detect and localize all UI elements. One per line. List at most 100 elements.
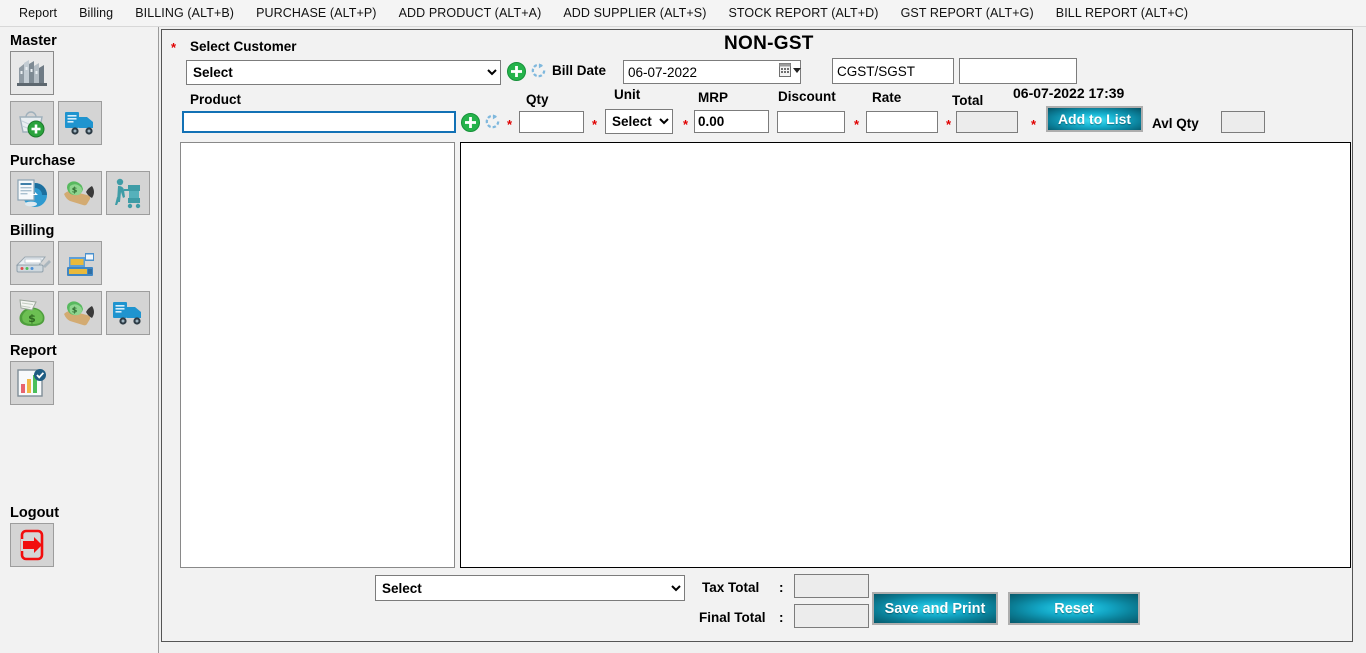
- discount-input[interactable]: [777, 111, 845, 133]
- sidebar-item-logout[interactable]: [10, 523, 54, 567]
- final-total-input: [794, 604, 869, 628]
- sidebar-row-master-1: [10, 51, 158, 95]
- qty-input[interactable]: [519, 111, 584, 133]
- menu-report[interactable]: Report: [8, 2, 68, 24]
- sidebar-item-supplier[interactable]: [58, 101, 102, 145]
- delivery-truck-icon: [110, 298, 146, 328]
- tax-total-separator: :: [779, 580, 784, 595]
- sidebar-heading-logout: Logout: [10, 505, 60, 521]
- sidebar: Master Purchase $ Billing $ $ Report Log…: [0, 27, 159, 653]
- bill-items-grid[interactable]: [460, 142, 1351, 568]
- save-and-print-button[interactable]: Save and Print: [872, 592, 998, 625]
- page-title: NON-GST: [724, 33, 814, 54]
- tax-total-label: Tax Total: [702, 580, 760, 595]
- bill-date-label: Bill Date: [552, 63, 607, 78]
- billing-form-panel: NON-GST * Select Customer Select Bill Da…: [161, 29, 1353, 642]
- sidebar-item-purchase-order[interactable]: [10, 171, 54, 215]
- sidebar-row-billing-1: [10, 241, 158, 285]
- qty-required-marker: *: [507, 117, 513, 132]
- tax-total-input: [794, 574, 869, 598]
- tax-extra-input[interactable]: [959, 58, 1077, 84]
- menu-bill-report-alt-c[interactable]: BILL REPORT (ALT+C): [1045, 2, 1199, 24]
- sidebar-row-master-2: [10, 101, 158, 145]
- refresh-product-button[interactable]: [483, 112, 502, 136]
- unit-select[interactable]: Select: [605, 109, 673, 134]
- refresh-icon: [531, 63, 546, 78]
- sidebar-item-purchase-payment[interactable]: $: [58, 171, 102, 215]
- bill-date-input[interactable]: [623, 60, 801, 84]
- total-input: [956, 111, 1018, 133]
- sidebar-heading-billing: Billing: [10, 223, 55, 239]
- customer-select[interactable]: Select: [186, 60, 501, 85]
- sidebar-item-cash-register[interactable]: [58, 241, 102, 285]
- menu-gst-report-alt-g[interactable]: GST REPORT (ALT+G): [890, 2, 1045, 24]
- reset-button[interactable]: Reset: [1008, 592, 1140, 625]
- datetime-stamp: 06-07-2022 17:39: [1013, 85, 1125, 101]
- select-customer-label: Select Customer: [190, 39, 297, 54]
- rate-required-marker: *: [854, 117, 860, 132]
- purchase-order-icon: [14, 177, 50, 209]
- avl-qty-label: Avl Qty: [1152, 116, 1199, 131]
- product-input[interactable]: [182, 111, 456, 133]
- purchase-payment-icon: $: [62, 178, 98, 208]
- rate-input[interactable]: [866, 111, 938, 133]
- company-building-icon: [15, 58, 49, 88]
- plus-circle-icon: [461, 113, 480, 132]
- menu-add-supplier-alt-s[interactable]: ADD SUPPLIER (ALT+S): [552, 2, 717, 24]
- add-customer-button[interactable]: [507, 62, 526, 86]
- total-required-marker: *: [946, 117, 952, 132]
- sales-money-bag-icon: $: [14, 298, 50, 328]
- final-total-separator: :: [779, 610, 784, 625]
- sidebar-row-purchase: $: [10, 171, 158, 215]
- final-total-label: Final Total: [699, 610, 766, 625]
- svg-text:$: $: [72, 306, 78, 315]
- plus-circle-icon: [507, 62, 526, 81]
- logout-door-arrow-icon: [15, 528, 49, 562]
- sidebar-row-logout: [10, 523, 158, 567]
- menu-billing[interactable]: Billing: [68, 2, 124, 24]
- unit-required-marker: *: [592, 117, 598, 132]
- menu-purchase-alt-p[interactable]: PURCHASE (ALT+P): [245, 2, 388, 24]
- sidebar-heading-report: Report: [10, 343, 57, 359]
- menu-billing-alt-b[interactable]: BILLING (ALT+B): [124, 2, 245, 24]
- add-product-button[interactable]: [461, 113, 480, 137]
- menu-stock-report-alt-d[interactable]: STOCK REPORT (ALT+D): [717, 2, 889, 24]
- unit-label: Unit: [614, 87, 641, 102]
- bill-date-picker-button[interactable]: [779, 63, 801, 84]
- total-label: Total: [952, 93, 984, 108]
- selected-items-list[interactable]: [180, 142, 455, 568]
- tax-type-input[interactable]: [832, 58, 954, 84]
- refresh-customer-button[interactable]: [529, 61, 548, 85]
- mrp-label: MRP: [698, 90, 728, 105]
- sidebar-item-sales-payment[interactable]: $: [58, 291, 102, 335]
- sidebar-item-report[interactable]: [10, 361, 54, 405]
- menu-bar: Report Billing BILLING (ALT+B) PURCHASE …: [0, 0, 1366, 27]
- rate-label: Rate: [872, 90, 902, 105]
- purchase-cart-icon: [110, 177, 146, 209]
- qty-label: Qty: [526, 92, 549, 107]
- report-chart-icon: [15, 367, 49, 399]
- sidebar-item-add-customer[interactable]: [10, 101, 54, 145]
- add-to-list-button[interactable]: Add to List: [1046, 106, 1143, 132]
- sidebar-item-company-master[interactable]: [10, 51, 54, 95]
- add-customer-icon: [14, 107, 50, 139]
- payment-mode-select[interactable]: Select: [375, 575, 685, 601]
- svg-text:$: $: [28, 312, 36, 325]
- sidebar-heading-master: Master: [10, 33, 57, 49]
- cash-register-icon: [63, 247, 97, 279]
- sidebar-item-delivery[interactable]: [106, 291, 150, 335]
- sidebar-item-billing-printer[interactable]: [10, 241, 54, 285]
- avl-qty-input: [1221, 111, 1265, 133]
- mrp-required-marker: *: [683, 117, 689, 132]
- refresh-icon: [485, 114, 500, 129]
- sales-payment-icon: $: [62, 298, 98, 328]
- svg-text:$: $: [72, 186, 78, 195]
- sidebar-item-sales-money-bag[interactable]: $: [10, 291, 54, 335]
- product-label: Product: [190, 92, 242, 107]
- billing-printer-icon: [13, 249, 51, 277]
- customer-required-marker: *: [171, 40, 177, 55]
- sidebar-item-purchase-cart[interactable]: [106, 171, 150, 215]
- discount-label: Discount: [778, 89, 836, 104]
- menu-add-product-alt-a[interactable]: ADD PRODUCT (ALT+A): [388, 2, 553, 24]
- mrp-input[interactable]: [694, 110, 769, 133]
